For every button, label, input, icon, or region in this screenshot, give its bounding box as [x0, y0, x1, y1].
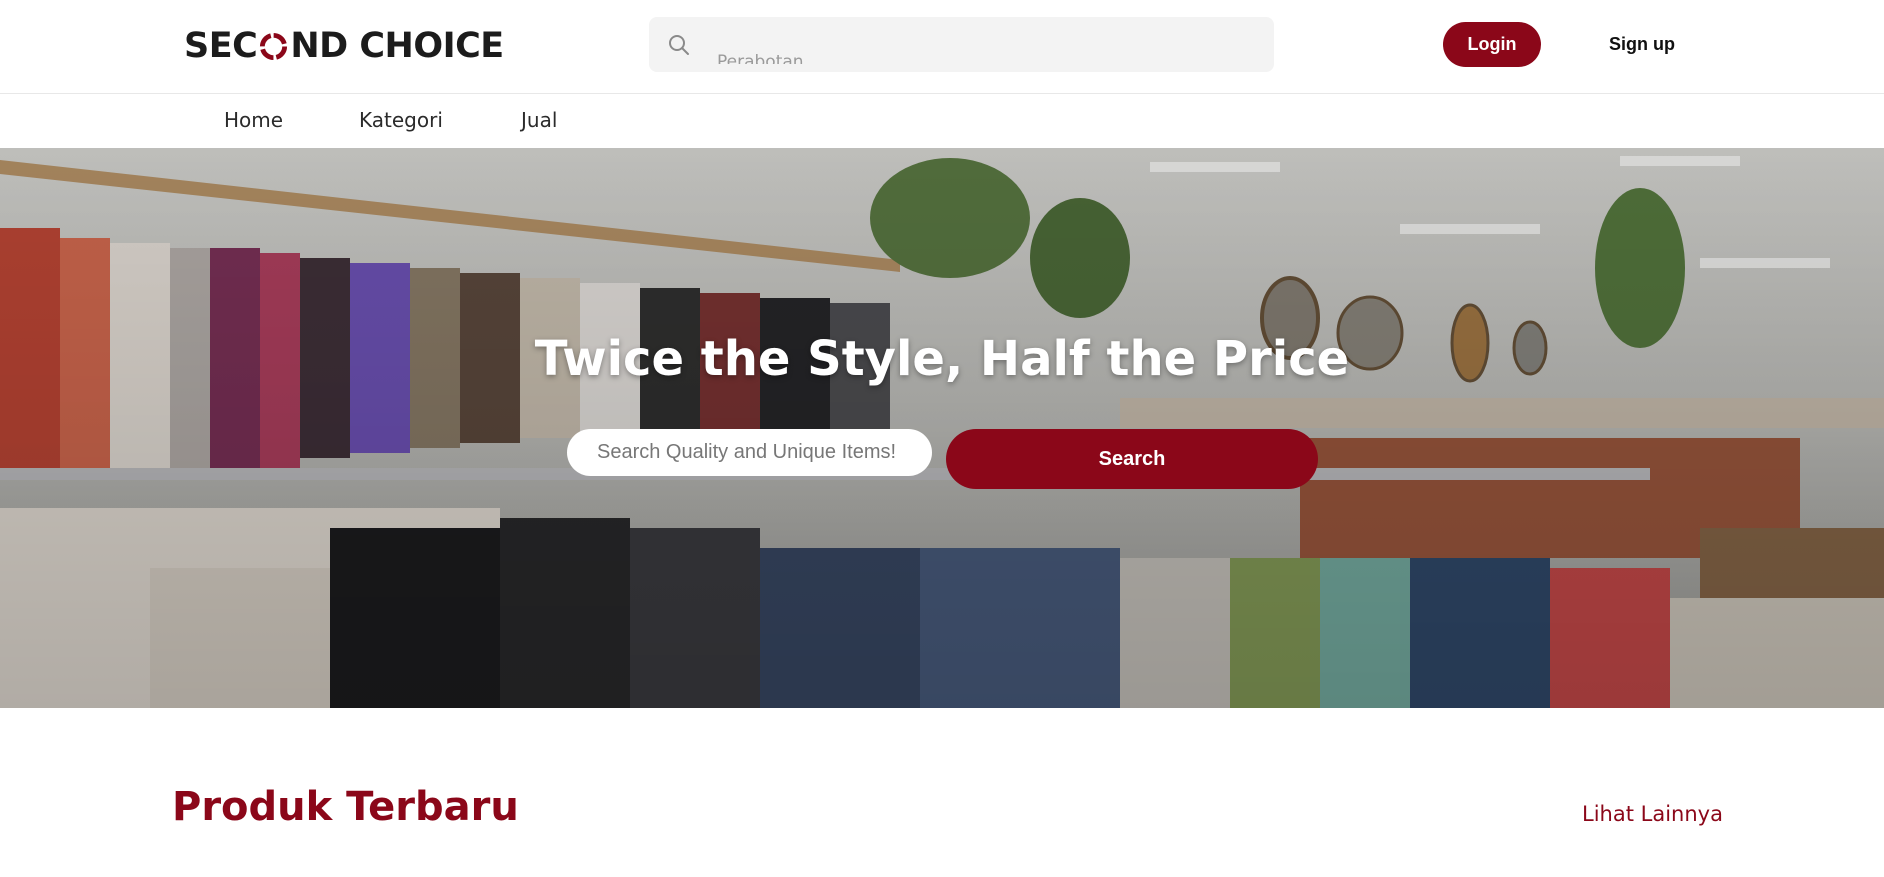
- logo-text-part1: SEC: [184, 26, 258, 66]
- section-title: Produk Terbaru: [172, 784, 519, 830]
- hero-background-image: [0, 148, 1884, 708]
- hero-search-button[interactable]: Search: [946, 429, 1318, 489]
- hero-search-input[interactable]: [567, 429, 932, 476]
- hero-banner: Twice the Style, Half the Price Search: [0, 148, 1884, 708]
- header-search-placeholder[interactable]: Perabotan: [717, 44, 804, 64]
- site-header: SEC ND CHOICE Perabotan Login Sign up: [0, 0, 1884, 94]
- see-more-link[interactable]: Lihat Lainnya: [1582, 802, 1723, 826]
- recycle-ring-icon: [260, 32, 288, 60]
- login-button[interactable]: Login: [1443, 22, 1541, 67]
- logo-text-part2: ND CHOICE: [290, 26, 504, 66]
- search-icon[interactable]: [667, 33, 691, 57]
- logo[interactable]: SEC ND CHOICE: [184, 22, 504, 70]
- nav-jual[interactable]: Jual: [521, 108, 557, 132]
- main-nav: Home Kategori Jual: [0, 94, 1884, 148]
- signup-button[interactable]: Sign up: [1600, 22, 1684, 67]
- nav-home[interactable]: Home: [224, 108, 283, 132]
- header-search-bar[interactable]: Perabotan: [649, 17, 1274, 72]
- hero-title: Twice the Style, Half the Price: [534, 331, 1350, 387]
- nav-kategori[interactable]: Kategori: [359, 108, 443, 132]
